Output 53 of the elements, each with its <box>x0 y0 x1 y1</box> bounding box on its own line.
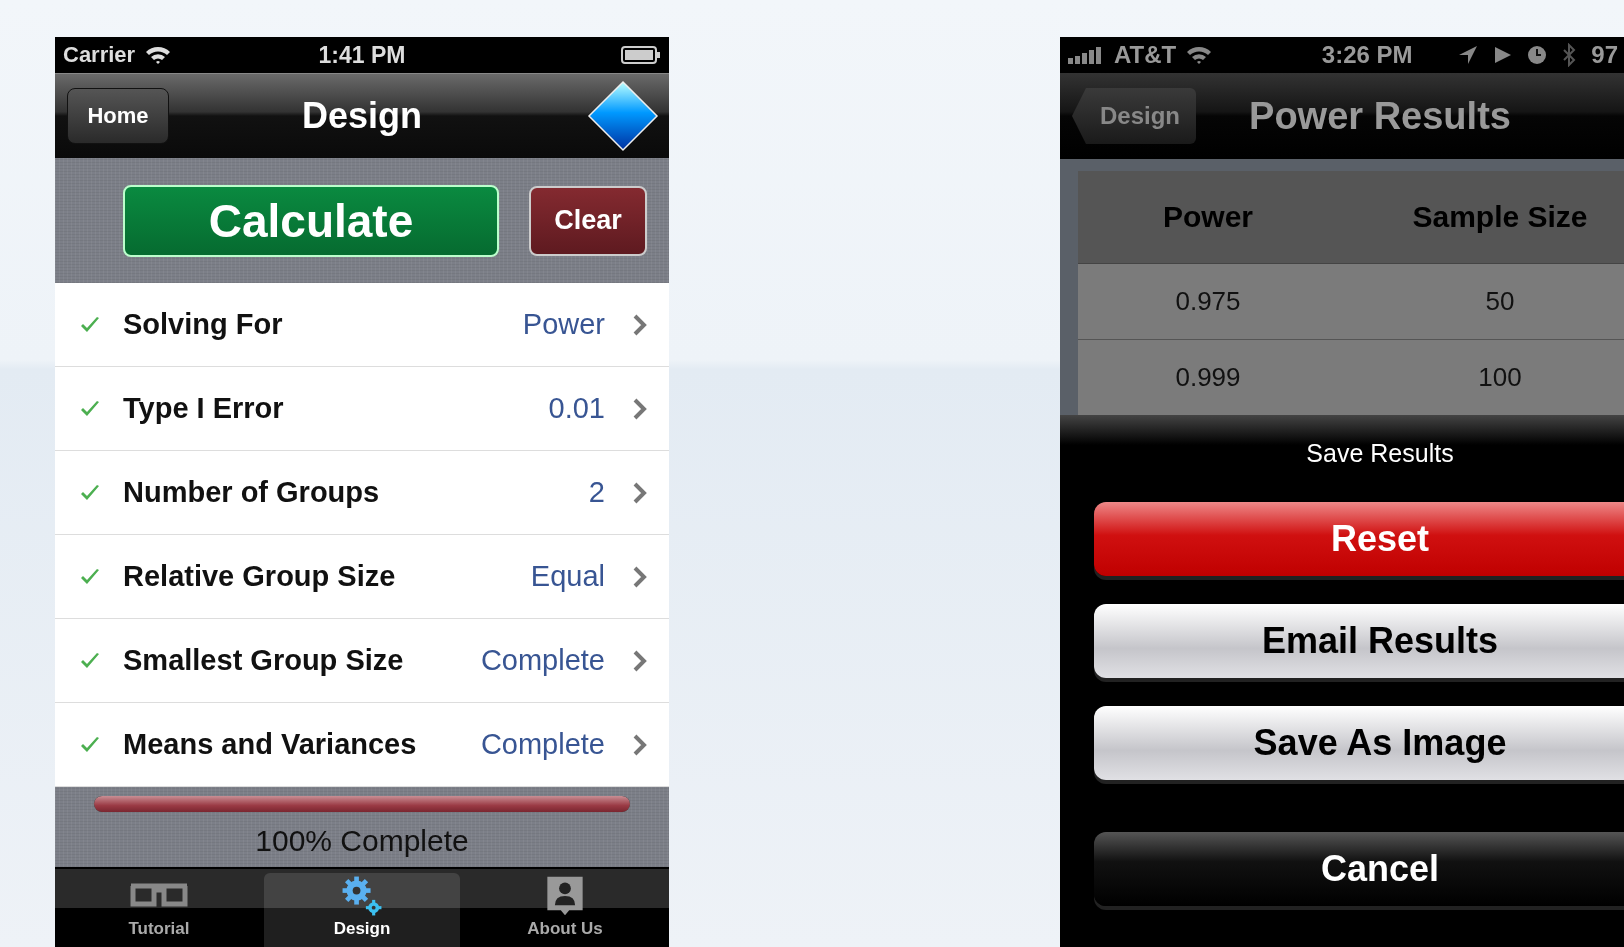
row-label: Smallest Group Size <box>123 644 404 677</box>
battery-percent: 97 <box>1591 41 1618 69</box>
location-arrow-icon <box>1457 44 1480 66</box>
chevron-icon <box>633 649 647 672</box>
tab[interactable]: About Us <box>467 873 663 947</box>
chevron-icon <box>633 733 647 756</box>
row-value: 2 <box>588 476 605 509</box>
table-cell: 100 <box>1478 362 1522 393</box>
row-label: Relative Group Size <box>123 560 396 593</box>
settings-row[interactable]: Type I Error 0.01 <box>55 367 669 451</box>
table-cell: 0.975 <box>1175 286 1241 317</box>
chevron-icon <box>633 481 647 504</box>
status-time: 1:41 PM <box>318 41 406 69</box>
battery-icon <box>621 46 661 64</box>
column-header: Power <box>1163 200 1253 234</box>
row-value: Complete <box>480 644 605 677</box>
settings-row[interactable]: Smallest Group Size Complete <box>55 619 669 703</box>
bluetooth-icon <box>1561 43 1578 67</box>
row-value: Complete <box>480 728 605 761</box>
row-label: Type I Error <box>123 392 284 425</box>
settings-row[interactable]: Solving For Power <box>55 283 669 367</box>
progress-caption: 100% Complete <box>255 824 469 858</box>
clock-icon <box>1527 45 1548 65</box>
table-cell: 50 <box>1485 286 1515 317</box>
diamond-icon <box>587 80 659 152</box>
home-button[interactable]: Home <box>67 88 169 144</box>
row-label: Solving For <box>123 308 283 341</box>
chevron-icon <box>633 565 647 588</box>
row-value: Equal <box>530 560 605 593</box>
calculate-button[interactable]: Calculate <box>123 184 499 257</box>
tab[interactable]: Tutorial <box>61 873 257 947</box>
table-cell: 0.999 <box>1175 362 1241 393</box>
tab[interactable]: Design <box>264 873 460 947</box>
wifi-icon <box>145 45 172 65</box>
chevron-icon <box>633 313 647 336</box>
screen-title: Design <box>302 95 422 137</box>
sheet-title: Save Results <box>1306 439 1454 468</box>
row-label: Means and Variances <box>123 728 417 761</box>
back-button[interactable]: Design <box>1072 88 1196 144</box>
carrier-name: Carrier <box>63 42 136 68</box>
status-time: 3:26 PM <box>1321 41 1413 69</box>
signal-icon <box>1068 46 1104 64</box>
screen-title: Power Results <box>1249 94 1511 138</box>
carrier-name: AT&T <box>1114 41 1177 69</box>
wifi-icon <box>1186 45 1213 65</box>
clear-button[interactable]: Clear <box>529 185 647 256</box>
row-value: 0.01 <box>548 392 605 425</box>
row-label: Number of Groups <box>123 476 380 509</box>
column-header: Sample Size <box>1412 200 1588 234</box>
chevron-icon <box>633 397 647 420</box>
row-value: Power <box>522 308 605 341</box>
settings-row[interactable]: Relative Group Size Equal <box>55 535 669 619</box>
settings-row[interactable]: Number of Groups 2 <box>55 451 669 535</box>
